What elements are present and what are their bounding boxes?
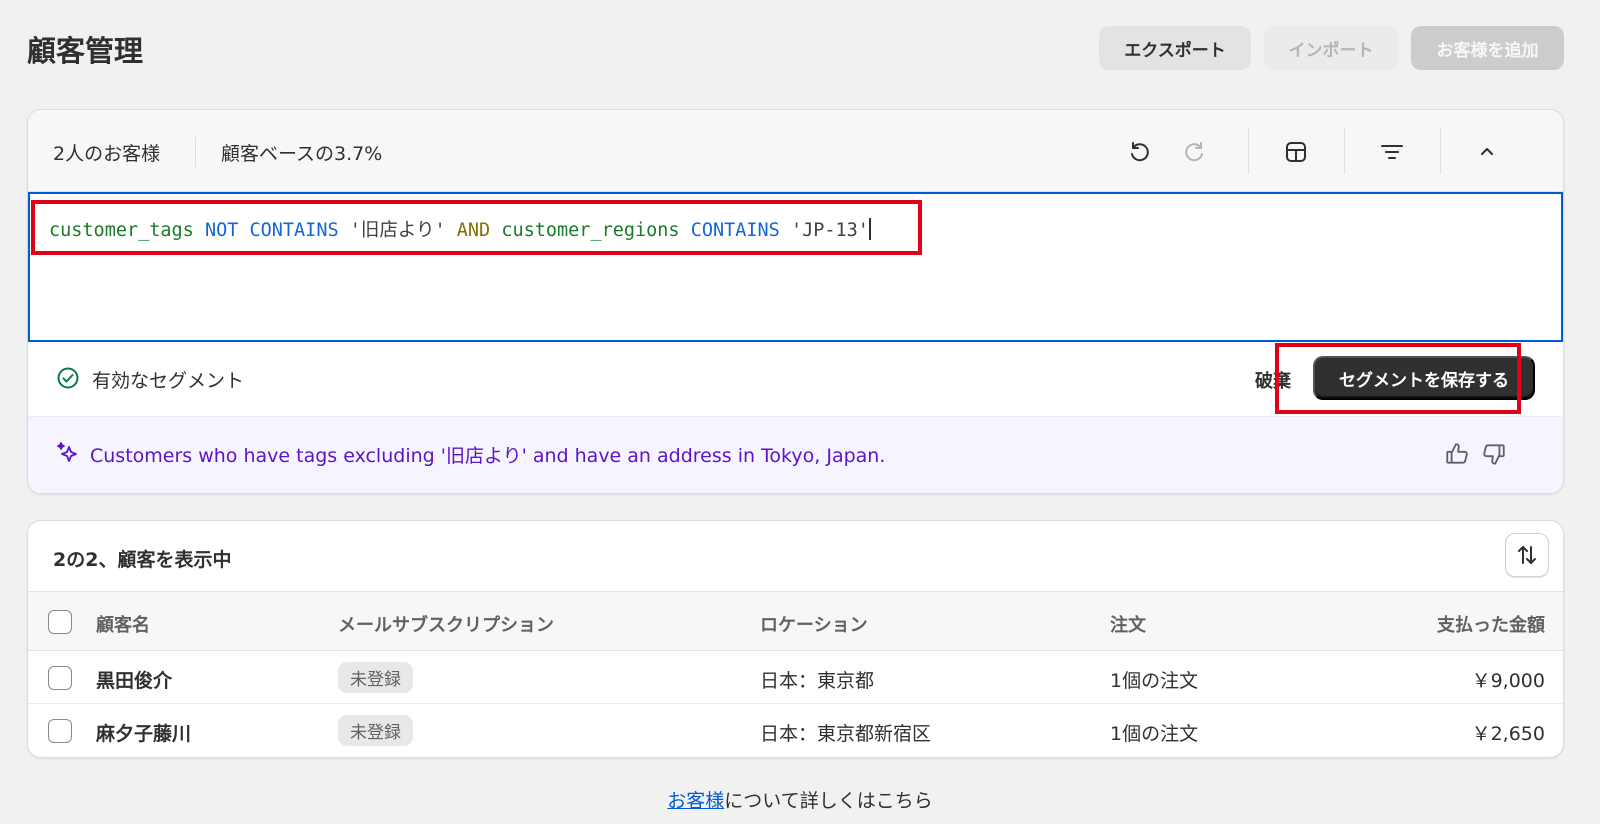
column-header-name[interactable]: 顧客名 xyxy=(96,611,150,637)
sort-icon xyxy=(1518,546,1536,564)
thumbs-up-icon[interactable] xyxy=(1444,441,1470,471)
customer-location: 日本：東京都新宿区 xyxy=(760,723,932,745)
column-header-location[interactable]: ロケーション xyxy=(760,611,868,637)
redo-icon[interactable] xyxy=(1179,136,1211,168)
divider xyxy=(1440,128,1441,174)
column-header-subscription[interactable]: メールサブスクリプション xyxy=(338,611,554,637)
subscription-badge: 未登録 xyxy=(338,715,413,746)
select-all-checkbox[interactable] xyxy=(48,610,72,634)
subscription-badge: 未登録 xyxy=(338,662,413,693)
row-checkbox[interactable] xyxy=(48,719,72,743)
customer-orders: 1個の注文 xyxy=(1110,723,1199,745)
row-checkbox[interactable] xyxy=(48,666,72,690)
highlight-query-box xyxy=(31,200,922,255)
divider xyxy=(195,137,196,167)
chevron-up-icon[interactable] xyxy=(1471,136,1503,168)
sort-button[interactable] xyxy=(1505,533,1549,577)
customers-help-link[interactable]: お客様 xyxy=(667,790,724,812)
ai-summary-text: Customers who have tags excluding '旧店より'… xyxy=(90,445,886,467)
import-button[interactable]: インポート xyxy=(1264,26,1398,70)
customer-list-title: 2の2、顧客を表示中 xyxy=(53,549,232,571)
customer-amount: ￥9,000 xyxy=(1471,670,1545,692)
customer-location: 日本：東京都 xyxy=(760,670,875,692)
customer-name[interactable]: 黒田俊介 xyxy=(96,666,172,693)
customer-name[interactable]: 麻夕子藤川 xyxy=(96,719,191,746)
page-title: 顧客管理 xyxy=(27,34,144,68)
divider xyxy=(1248,128,1249,174)
add-customer-button[interactable]: お客様を追加 xyxy=(1411,26,1564,70)
customer-count: 2人のお客様 xyxy=(53,143,161,165)
segment-header: 2人のお客様 顧客ベースの3.7% xyxy=(28,110,1563,192)
thumbs-down-icon[interactable] xyxy=(1481,441,1507,471)
customer-amount: ￥2,650 xyxy=(1471,723,1545,745)
page-header: 顧客管理 エクスポート インポート お客様を追加 xyxy=(0,0,1600,96)
export-button[interactable]: エクスポート xyxy=(1099,26,1251,70)
table-header: 顧客名 メールサブスクリプション ロケーション 注文 支払った金額 xyxy=(28,591,1563,651)
ai-summary-row: Customers who have tags excluding '旧店より'… xyxy=(28,416,1563,493)
table-row[interactable]: 麻夕子藤川 未登録 日本：東京都新宿区 1個の注文 ￥2,650 xyxy=(28,704,1563,757)
table-row[interactable]: 黒田俊介 未登録 日本：東京都 1個の注文 ￥9,000 xyxy=(28,651,1563,704)
filter-icon[interactable] xyxy=(1376,136,1408,168)
undo-icon[interactable] xyxy=(1123,136,1155,168)
check-circle-icon xyxy=(56,366,80,394)
footer-help-text: について詳しくはこちら xyxy=(724,790,933,812)
column-header-amount[interactable]: 支払った金額 xyxy=(1437,611,1545,637)
customer-orders: 1個の注文 xyxy=(1110,670,1199,692)
divider xyxy=(1344,128,1345,174)
columns-icon[interactable] xyxy=(1280,136,1312,168)
sparkle-icon xyxy=(56,441,80,469)
customer-base-percent: 顧客ベースの3.7% xyxy=(221,143,383,165)
footer-help: お客様について詳しくはこちら xyxy=(0,786,1600,813)
customer-list-card: 2の2、顧客を表示中 顧客名 メールサブスクリプション ロケーション 注文 支払… xyxy=(27,520,1564,758)
segment-editor-card: 2人のお客様 顧客ベースの3.7% customer_tags NOT CONT… xyxy=(27,109,1564,494)
highlight-save-box xyxy=(1275,343,1521,414)
column-header-orders[interactable]: 注文 xyxy=(1110,611,1146,637)
segment-valid-status: 有効なセグメント xyxy=(92,370,245,392)
